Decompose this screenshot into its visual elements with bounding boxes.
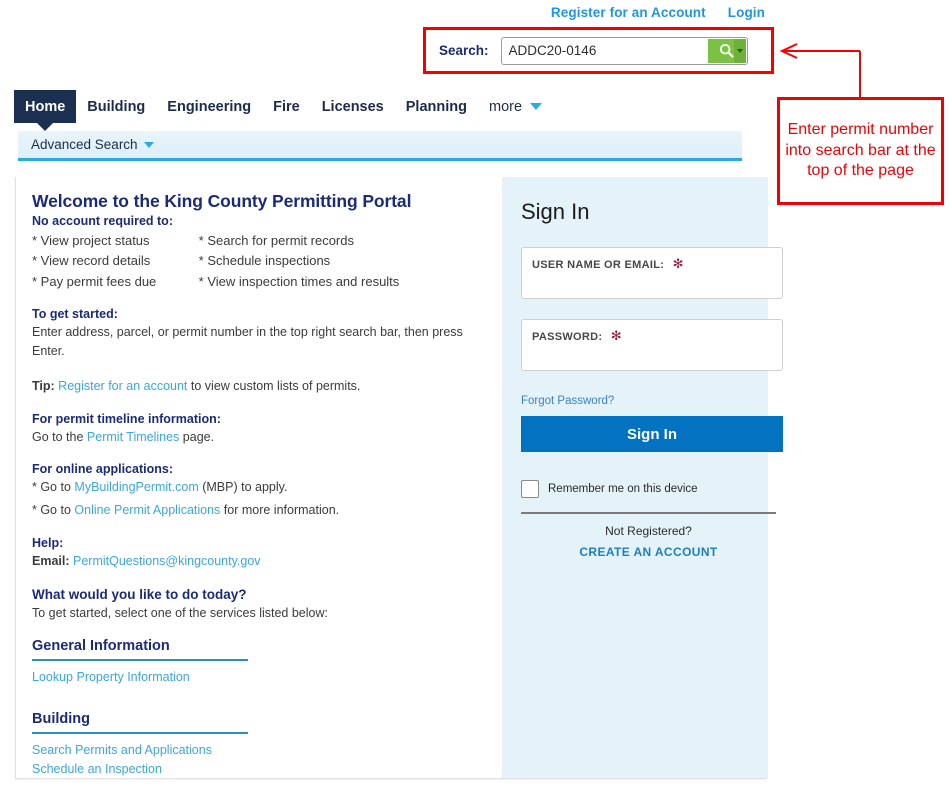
chevron-down-icon [530, 103, 543, 110]
bullets-left-column: * View project status * View record deta… [32, 232, 199, 293]
annotation-callout: Enter permit number into search bar at t… [777, 97, 944, 205]
service-title: General Information [32, 638, 248, 662]
online-line1-prefix: * Go to [32, 480, 71, 495]
get-started-heading: To get started: [32, 307, 118, 322]
content-card: Welcome to the King County Permitting Po… [15, 177, 783, 779]
tip-line: Tip: Register for an account to view cus… [32, 377, 486, 396]
sign-in-panel: Sign In USER NAME OR EMAIL: ✻ PASSWORD: … [503, 177, 783, 778]
register-for-account-link[interactable]: Register for an Account [551, 5, 706, 20]
nav-item-licenses[interactable]: Licenses [311, 90, 395, 123]
create-an-account-link[interactable]: CREATE AN ACCOUNT [521, 545, 776, 559]
no-account-heading: No account required to: [32, 214, 173, 228]
service-title: Building [32, 711, 248, 735]
required-asterisk-icon: ✻ [672, 256, 684, 271]
remember-me-label: Remember me on this device [548, 483, 698, 495]
sign-in-button[interactable]: Sign In [521, 416, 783, 452]
today-heading: What would you like to do today? [32, 586, 247, 602]
chevron-down-icon [143, 141, 154, 148]
password-field[interactable]: PASSWORD: ✻ [521, 319, 783, 371]
bullet-item: * View record details [32, 253, 151, 269]
online-line1-suffix: (MBP) to apply. [202, 480, 288, 495]
online-applications-heading: For online applications: [32, 462, 173, 477]
services-grid: General Information Lookup Property Info… [32, 638, 486, 788]
nav-item-engineering[interactable]: Engineering [156, 90, 262, 123]
bullet-item: * Schedule inspections [198, 253, 331, 269]
today-text: To get started, select one of the servic… [32, 605, 328, 620]
tip-prefix: Tip: [32, 378, 55, 393]
nav-item-fire[interactable]: Fire [262, 90, 311, 123]
sign-in-heading: Sign In [521, 199, 590, 224]
bullet-item: * Search for permit records [198, 233, 354, 248]
service-column-building: Building Search Permits and Applications… [32, 711, 265, 781]
service-link[interactable]: Lookup Property Information [32, 670, 265, 684]
mybuildingpermit-link[interactable]: MyBuildingPermit.com [74, 480, 198, 494]
username-field[interactable]: USER NAME OR EMAIL: ✻ [521, 247, 783, 299]
bullet-item: * Pay permit fees due [32, 273, 157, 289]
timeline-heading: For permit timeline information: [32, 411, 221, 426]
register-for-account-inline-link[interactable]: Register for an account [58, 379, 187, 393]
nav-item-planning[interactable]: Planning [395, 90, 478, 123]
search-bar-highlight-region: Search: [423, 27, 774, 74]
online-line2-suffix: for more information. [223, 503, 340, 518]
help-email-line: Email: PermitQuestions@kingcounty.gov [32, 552, 486, 571]
not-registered-text: Not Registered? [605, 524, 692, 538]
page-title: Welcome to the King County Permitting Po… [32, 191, 412, 211]
get-started-text: Enter address, parcel, or permit number … [32, 325, 463, 359]
service-column-general-information: General Information Lookup Property Info… [32, 638, 265, 689]
required-asterisk-icon: ✻ [610, 328, 622, 343]
timeline-suffix: page. [182, 429, 215, 444]
no-account-bullets: * View project status * View record deta… [32, 232, 486, 293]
timeline-line: Go to the Permit Timelines page. [32, 428, 486, 447]
nav-label: Building [87, 98, 146, 115]
bullet-item: * View project status [32, 233, 150, 248]
nav-item-more[interactable]: more [478, 90, 553, 123]
nav-item-building[interactable]: Building [76, 90, 156, 123]
nav-label: Fire [273, 98, 300, 115]
nav-label: Engineering [167, 98, 252, 115]
forgot-password-link[interactable]: Forgot Password? [521, 395, 614, 407]
username-label: USER NAME OR EMAIL: [532, 259, 665, 271]
search-label: Search: [439, 43, 489, 58]
timeline-prefix: Go to the [32, 429, 84, 444]
search-box[interactable] [500, 36, 748, 65]
nav-label: Home [25, 98, 66, 115]
online-permit-applications-link[interactable]: Online Permit Applications [74, 503, 220, 517]
tip-suffix: to view custom lists of permits. [190, 378, 361, 393]
nav-item-home[interactable]: Home [14, 90, 77, 123]
online-line2-prefix: * Go to [32, 503, 71, 518]
help-email-prefix: Email: [32, 553, 70, 568]
search-icon [719, 43, 734, 58]
bullets-right-column: * Search for permit records * Schedule i… [199, 232, 486, 293]
permit-questions-email-link[interactable]: PermitQuestions@kingcounty.gov [73, 554, 261, 568]
nav-more-label: more [489, 98, 523, 115]
service-link[interactable]: Search Permits and Applications [32, 743, 265, 757]
permit-timelines-link[interactable]: Permit Timelines [87, 430, 179, 444]
remember-me-checkbox[interactable] [521, 480, 539, 498]
portal-info-panel: Welcome to the King County Permitting Po… [16, 177, 503, 778]
page-root: Register for an Account Login Search: Ho… [0, 0, 949, 788]
nav-label: Licenses [321, 98, 384, 115]
remember-me-row[interactable]: Remember me on this device [521, 480, 750, 498]
advanced-search-label: Advanced Search [31, 137, 138, 152]
bullet-item: * View inspection times and results [198, 273, 400, 289]
advanced-search-bar[interactable]: Advanced Search [18, 131, 742, 161]
online-line-1: * Go to MyBuildingPermit.com (MBP) to ap… [32, 478, 486, 497]
service-link[interactable]: Schedule an Inspection [32, 762, 265, 776]
divider [521, 512, 776, 514]
search-options-dropdown-button[interactable] [733, 38, 746, 63]
password-label: PASSWORD: [532, 331, 603, 343]
search-input[interactable] [501, 37, 692, 64]
online-line-2: * Go to Online Permit Applications for m… [32, 501, 486, 520]
caret-down-icon [736, 48, 743, 53]
login-link[interactable]: Login [728, 5, 765, 20]
annotation-text: Enter permit number into search bar at t… [785, 121, 936, 180]
nav-label: Planning [405, 98, 467, 115]
help-heading: Help: [32, 535, 64, 550]
top-account-links: Register for an Account Login [551, 5, 765, 20]
